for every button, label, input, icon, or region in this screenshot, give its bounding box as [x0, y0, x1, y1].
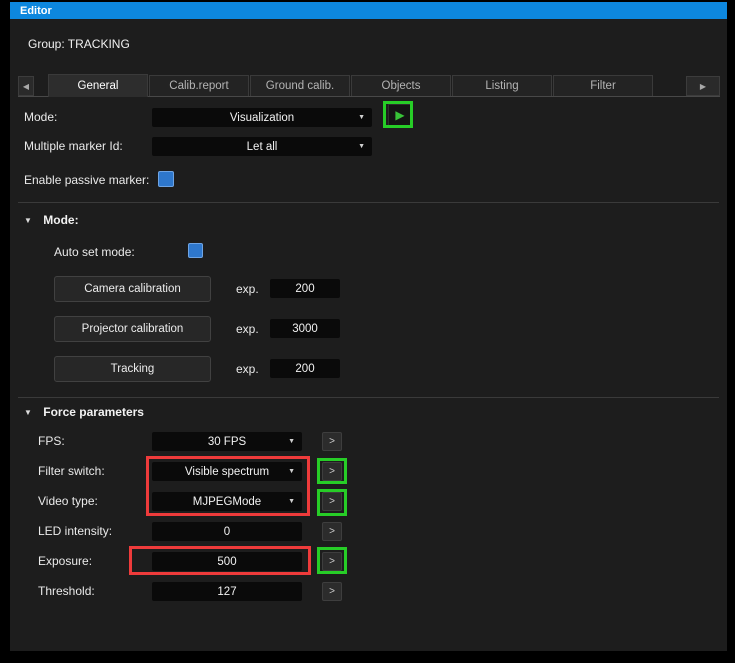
separator	[18, 397, 719, 398]
tab-filter[interactable]: Filter	[553, 75, 653, 96]
mode-section-title: Mode:	[43, 213, 79, 227]
mode-dropdown-value: Visualization	[229, 111, 295, 124]
tab-ground-calib[interactable]: Ground calib.	[250, 75, 350, 96]
fps-dropdown[interactable]: 30 FPS ▼	[152, 432, 302, 451]
chevron-down-icon: ▼	[288, 498, 295, 505]
tab-scroll-left-button[interactable]: ◀	[18, 76, 34, 96]
multiple-marker-dropdown[interactable]: Let all ▼	[152, 137, 372, 156]
led-intensity-input[interactable]	[152, 522, 302, 541]
video-type-dropdown[interactable]: MJPEGMode ▼	[152, 492, 302, 511]
tracking-exp-input[interactable]	[270, 359, 340, 378]
run-mode-button[interactable]: ▶	[388, 104, 412, 126]
fps-dropdown-value: 30 FPS	[207, 435, 247, 448]
enable-passive-marker-label: Enable passive marker:	[24, 173, 150, 187]
led-intensity-apply-button[interactable]: >	[322, 522, 342, 541]
auto-set-mode-label: Auto set mode:	[54, 245, 135, 259]
tab-bar: ◀ General Calib.report Ground calib. Obj…	[18, 74, 720, 97]
camera-exp-input[interactable]	[270, 279, 340, 298]
chevron-left-icon: ◀	[22, 81, 30, 91]
exposure-input[interactable]	[152, 552, 302, 571]
mode-dropdown[interactable]: Visualization ▼	[152, 108, 372, 127]
auto-set-mode-checkbox[interactable]	[188, 243, 203, 258]
exp-label: exp.	[236, 282, 259, 296]
tab-general[interactable]: General	[48, 74, 148, 97]
mode-section-header[interactable]: ▼ Mode:	[24, 213, 79, 227]
force-parameters-header[interactable]: ▼ Force parameters	[24, 405, 144, 419]
video-type-label: Video type:	[38, 494, 98, 508]
video-type-apply-button[interactable]: >	[322, 492, 342, 511]
multiple-marker-label: Multiple marker Id:	[24, 139, 123, 153]
filter-switch-dropdown-value: Visible spectrum	[184, 465, 270, 478]
filter-switch-label: Filter switch:	[38, 464, 105, 478]
screen: Editor Group: TRACKING ◀ General Calib.r…	[0, 0, 735, 663]
play-icon: ▶	[395, 108, 405, 122]
video-type-dropdown-value: MJPEGMode	[192, 495, 262, 508]
tab-scroll-right-button[interactable]: ▶	[686, 76, 720, 96]
multiple-marker-dropdown-value: Let all	[246, 140, 278, 153]
tab-calib-report[interactable]: Calib.report	[149, 75, 249, 96]
threshold-apply-button[interactable]: >	[322, 582, 342, 601]
window-title: Editor	[20, 4, 52, 17]
exp-label: exp.	[236, 322, 259, 336]
collapse-arrow-icon: ▼	[24, 216, 32, 225]
tab-objects[interactable]: Objects	[351, 75, 451, 96]
chevron-down-icon: ▼	[358, 143, 365, 150]
projector-calibration-button[interactable]: Projector calibration	[54, 316, 211, 342]
enable-passive-marker-checkbox[interactable]	[158, 171, 174, 187]
filter-switch-apply-button[interactable]: >	[322, 462, 342, 481]
projector-exp-input[interactable]	[270, 319, 340, 338]
exposure-apply-button[interactable]: >	[322, 552, 342, 571]
threshold-label: Threshold:	[38, 584, 95, 598]
mode-label: Mode:	[24, 110, 58, 124]
threshold-input[interactable]	[152, 582, 302, 601]
fps-apply-button[interactable]: >	[322, 432, 342, 451]
led-intensity-label: LED intensity:	[38, 524, 113, 538]
tracking-button[interactable]: Tracking	[54, 356, 211, 382]
window-titlebar[interactable]: Editor	[10, 2, 727, 19]
group-label: Group: TRACKING	[28, 37, 130, 51]
exp-label: exp.	[236, 362, 259, 376]
separator	[18, 202, 719, 203]
filter-switch-dropdown[interactable]: Visible spectrum ▼	[152, 462, 302, 481]
force-parameters-title: Force parameters	[43, 405, 144, 419]
chevron-down-icon: ▼	[288, 468, 295, 475]
chevron-down-icon: ▼	[358, 114, 365, 121]
editor-panel: Group: TRACKING ◀ General Calib.report G…	[10, 19, 727, 651]
camera-calibration-button[interactable]: Camera calibration	[54, 276, 211, 302]
collapse-arrow-icon: ▼	[24, 408, 32, 417]
tab-listing[interactable]: Listing	[452, 75, 552, 96]
fps-label: FPS:	[38, 434, 65, 448]
chevron-right-icon: ▶	[699, 81, 707, 91]
chevron-down-icon: ▼	[288, 438, 295, 445]
exposure-label: Exposure:	[38, 554, 93, 568]
